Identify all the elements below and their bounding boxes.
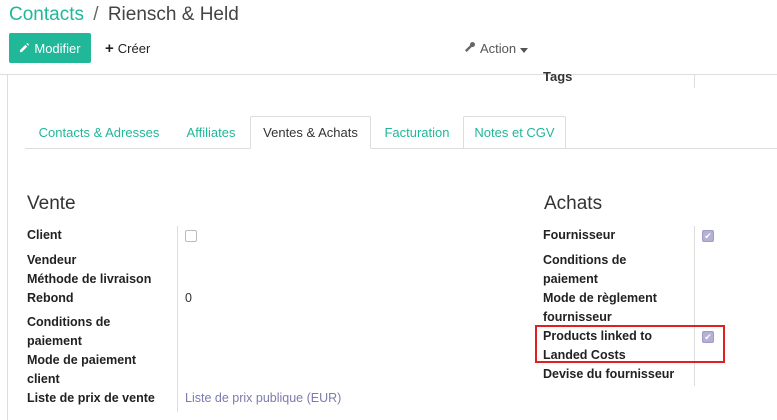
breadcrumb-separator: / bbox=[93, 4, 99, 25]
liste-prix-link[interactable]: Liste de prix publique (EUR) bbox=[185, 389, 341, 408]
edit-button[interactable]: Modifier bbox=[9, 33, 91, 63]
mode-paiement-label-line1: Mode de paiement bbox=[27, 353, 137, 367]
livraison-label: Méthode de livraison bbox=[27, 272, 152, 286]
achats-conditions-label-line2: paiement bbox=[543, 272, 598, 286]
create-button-label: Créer bbox=[117, 40, 151, 56]
client-checkbox[interactable] bbox=[185, 230, 197, 242]
create-button[interactable]: + Créer bbox=[97, 33, 158, 63]
vente-column-separator bbox=[177, 226, 178, 412]
tab-facturation[interactable]: Facturation bbox=[371, 116, 463, 148]
pencil-icon bbox=[19, 41, 30, 56]
achats-section-title: Achats bbox=[544, 193, 603, 214]
edit-button-label: Modifier bbox=[34, 40, 81, 56]
breadcrumb: Contacts / Riensch & Held bbox=[9, 3, 239, 27]
plus-icon: + bbox=[105, 39, 114, 57]
liste-prix-label: Liste de prix de vente bbox=[27, 391, 155, 405]
tab-contacts-adresses[interactable]: Contacts & Adresses bbox=[25, 116, 173, 148]
vente-conditions-label-line1: Conditions de bbox=[27, 315, 111, 329]
control-panel: Contacts / Riensch & Held Modifier + Cré… bbox=[0, 0, 777, 75]
mode-paiement-label-line2: client bbox=[27, 372, 60, 386]
vente-section-title: Vente bbox=[27, 193, 76, 214]
rebond-label: Rebond bbox=[27, 291, 74, 305]
fournisseur-label: Fournisseur bbox=[543, 228, 616, 242]
notebook-tabs: Contacts & Adresses Affiliates Ventes & … bbox=[25, 116, 777, 149]
tags-label: Tags bbox=[543, 69, 573, 84]
action-dropdown-label: Action bbox=[480, 40, 517, 56]
devise-fournisseur-label: Devise du fournisseur bbox=[543, 367, 675, 381]
tab-affiliates[interactable]: Affiliates bbox=[173, 116, 249, 148]
mode-reglement-label-line1: Mode de règlement bbox=[543, 291, 657, 305]
tab-ventes-achats[interactable]: Ventes & Achats bbox=[250, 116, 371, 149]
landed-costs-highlight-box bbox=[535, 325, 725, 363]
client-label: Client bbox=[27, 228, 62, 242]
wrench-icon bbox=[464, 41, 476, 56]
breadcrumb-contacts-link[interactable]: Contacts bbox=[9, 4, 84, 25]
action-dropdown[interactable]: Action bbox=[464, 38, 529, 58]
achats-conditions-label-line1: Conditions de bbox=[543, 253, 627, 267]
caret-down-icon bbox=[520, 41, 529, 56]
fournisseur-checkbox[interactable]: ✔ bbox=[702, 230, 714, 242]
vendeur-label: Vendeur bbox=[27, 253, 77, 267]
tab-notes-cgv[interactable]: Notes et CGV bbox=[463, 116, 566, 148]
vente-conditions-label-line2: paiement bbox=[27, 334, 82, 348]
sheet-border bbox=[7, 74, 8, 420]
rebond-value: 0 bbox=[185, 291, 192, 305]
tags-field-separator bbox=[694, 74, 695, 88]
breadcrumb-current: Riensch & Held bbox=[107, 4, 239, 25]
